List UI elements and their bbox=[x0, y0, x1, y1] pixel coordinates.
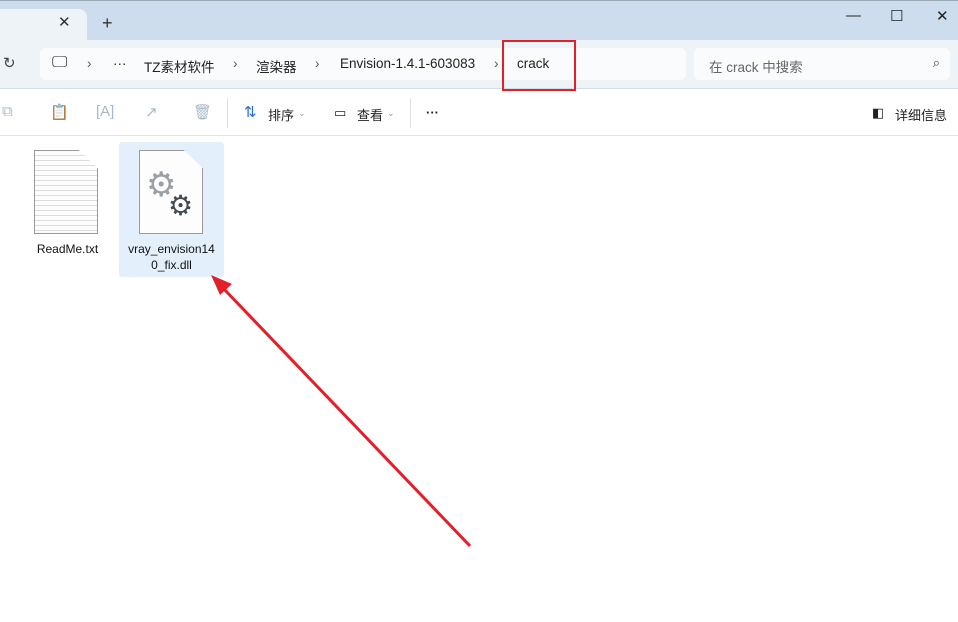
annotation-arrow bbox=[211, 275, 472, 548]
